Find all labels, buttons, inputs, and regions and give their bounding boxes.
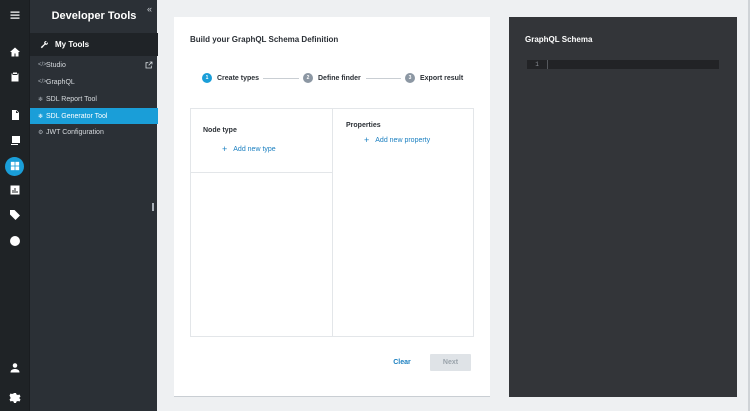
add-new-property-button[interactable]: + Add new property <box>364 135 430 145</box>
sidebar-item-label: GraphQL <box>46 78 75 86</box>
menu-icon[interactable] <box>0 4 29 26</box>
compass-icon[interactable] <box>0 230 29 252</box>
divider <box>174 396 490 397</box>
node-type-label: Node type <box>203 127 237 134</box>
builder-panel: Node type + Add new type Properties + Ad… <box>190 108 474 337</box>
plus-icon: + <box>364 135 370 145</box>
schema-panel-title: GraphQL Schema <box>525 35 593 44</box>
icon-rail <box>0 0 29 411</box>
sidebar-item-label: SDL Generator Tool <box>46 112 108 120</box>
sidebar-resize-handle[interactable] <box>152 203 154 211</box>
add-new-property-label: Add new property <box>375 136 431 144</box>
code-icon: </> <box>38 62 47 68</box>
sidebar-item-graphql[interactable]: </> GraphQL <box>30 74 158 90</box>
sidebar: Developer Tools « My Tools </> Studio </… <box>29 0 158 411</box>
step-number: 2 <box>303 73 313 83</box>
tag-icon[interactable] <box>0 204 29 226</box>
wrench-icon <box>40 41 48 49</box>
add-new-type-label: Add new type <box>233 145 276 153</box>
sidebar-item-jwt-configuration[interactable]: ⚙ JWT Configuration <box>30 124 158 140</box>
divider <box>191 172 333 173</box>
editor-gutter-divider <box>547 60 548 69</box>
clipboard-icon[interactable] <box>0 66 29 88</box>
page-title: Build your GraphQL Schema Definition <box>190 35 339 44</box>
developer-tools-icon[interactable] <box>0 155 29 177</box>
step-label: Export result <box>420 74 464 82</box>
sidebar-section-label: My Tools <box>55 40 90 49</box>
properties-label: Properties <box>346 122 381 129</box>
bar-chart-icon[interactable] <box>0 179 29 201</box>
sidebar-section-my-tools[interactable]: My Tools <box>30 33 158 56</box>
user-icon[interactable] <box>0 357 29 379</box>
schema-builder-card: Build your GraphQL Schema Definition 1 C… <box>174 17 490 397</box>
step-export-result[interactable]: 3 Export result <box>405 73 463 83</box>
images-icon[interactable] <box>0 129 29 151</box>
step-label: Define finder <box>318 74 361 82</box>
home-icon[interactable] <box>0 41 29 63</box>
sidebar-item-sdl-report-tool[interactable]: ❄ SDL Report Tool <box>30 91 158 107</box>
add-new-type-button[interactable]: + Add new type <box>222 144 276 154</box>
node-type-column: Node type + Add new type <box>191 109 333 336</box>
step-number: 1 <box>202 73 212 83</box>
step-label: Create types <box>217 74 260 82</box>
app-window: Developer Tools « My Tools </> Studio </… <box>0 0 750 411</box>
sidebar-item-studio[interactable]: </> Studio <box>30 57 158 73</box>
code-icon: </> <box>38 79 47 85</box>
graphql-schema-panel: GraphQL Schema 1 <box>509 17 737 397</box>
step-connector <box>263 78 299 79</box>
external-link-icon[interactable] <box>145 61 153 69</box>
sidebar-item-label: SDL Report Tool <box>46 95 97 103</box>
step-connector <box>366 78 401 79</box>
step-number: 3 <box>405 73 415 83</box>
step-define-finder[interactable]: 2 Define finder <box>303 73 361 83</box>
active-indicator <box>5 156 24 176</box>
gear-icon: ⚙ <box>38 129 44 136</box>
settings-icon[interactable] <box>0 387 29 409</box>
sidebar-item-label: JWT Configuration <box>46 128 104 136</box>
clear-button[interactable]: Clear <box>388 354 416 370</box>
snowflake-icon: ❄ <box>38 96 44 103</box>
sidebar-item-sdl-generator-tool[interactable]: ❄ SDL Generator Tool <box>30 108 158 124</box>
line-number: 1 <box>535 61 539 68</box>
schema-editor[interactable]: 1 <box>527 60 719 69</box>
snowflake-icon: ❄ <box>38 113 44 120</box>
collapse-sidebar-icon[interactable]: « <box>147 4 152 14</box>
sidebar-title: Developer Tools <box>51 10 137 22</box>
sidebar-item-label: Studio <box>46 61 66 69</box>
next-button[interactable]: Next <box>430 354 471 371</box>
document-icon[interactable] <box>0 104 29 126</box>
plus-icon: + <box>222 144 228 154</box>
step-create-types[interactable]: 1 Create types <box>202 73 259 83</box>
